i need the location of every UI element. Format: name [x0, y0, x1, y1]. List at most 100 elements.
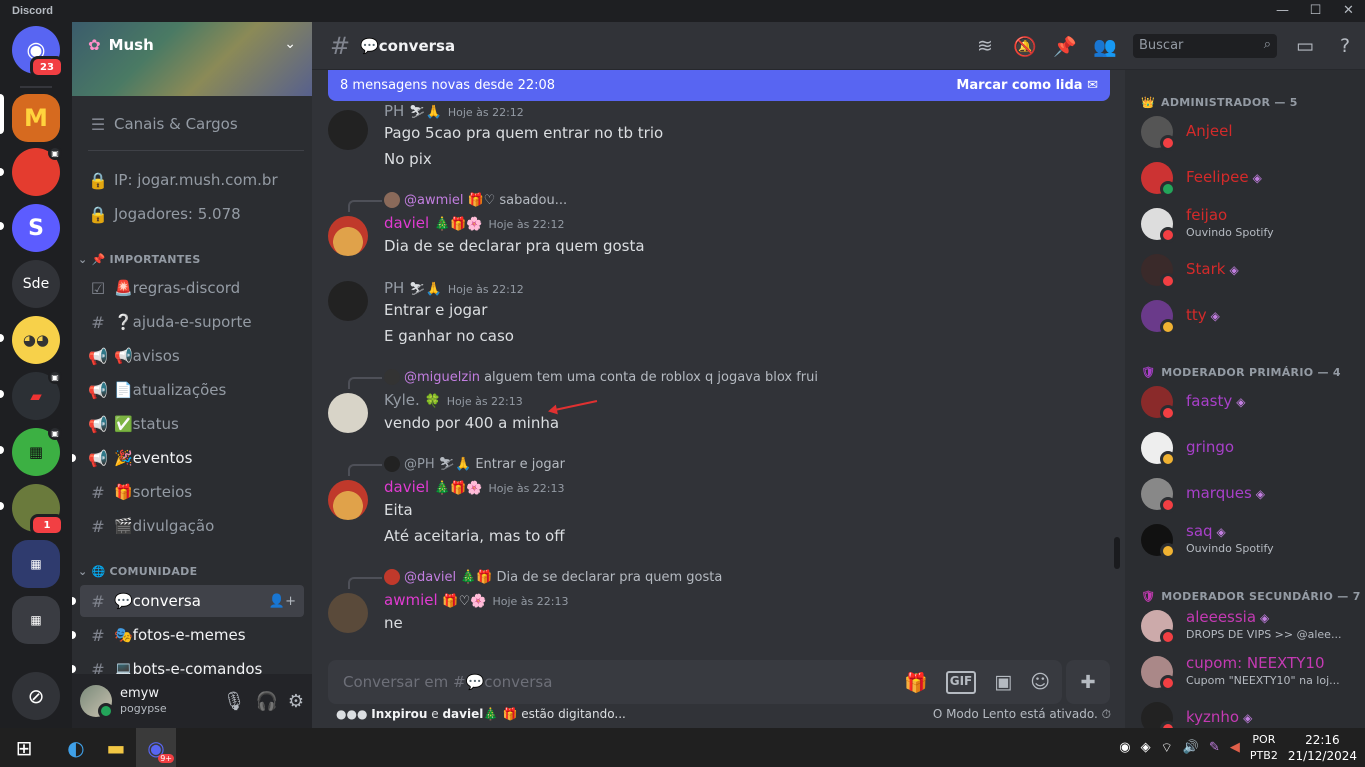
message-author[interactable]: Kyle. 🍀 Hoje às 22:13 [384, 391, 523, 409]
avatar [1141, 432, 1176, 467]
avatar[interactable] [328, 393, 368, 433]
member-item[interactable]: cupom: NEEXTY10 Cupom "NEEXTY10" na loj..… [1141, 652, 1361, 692]
member-item[interactable]: feijao Ouvindo Spotify [1141, 204, 1361, 244]
channel-conversa[interactable]: # 💬conversa 👤+ [72, 585, 304, 617]
gif-button[interactable]: GIF [945, 670, 977, 694]
category-importantes[interactable]: ⌄ 📌 IMPORTANTES [78, 253, 201, 266]
member-item[interactable]: saq ◈ Ouvindo Spotify [1141, 520, 1361, 560]
member-item[interactable]: kyznho ◈ [1141, 698, 1361, 728]
server-folder-2[interactable]: ▦ [12, 596, 60, 644]
gear-icon[interactable]: ⚙ [288, 691, 304, 712]
gift-icon[interactable]: 🎁 [904, 671, 928, 694]
server-emoji[interactable]: ◕◕ [12, 316, 60, 364]
volume-icon[interactable]: 🔊 [1183, 740, 1199, 755]
member-item[interactable]: gringo [1141, 428, 1361, 468]
channel-status[interactable]: 📢 ✅status [80, 408, 304, 440]
channel-eventos[interactable]: 📢 🎉eventos [72, 442, 304, 474]
microphone-icon[interactable]: 🎙 [223, 691, 246, 712]
members-icon[interactable]: 👥 [1093, 35, 1117, 58]
server-wild[interactable]: 1 [12, 484, 64, 536]
home-button[interactable]: ◉ 23 [12, 26, 64, 78]
avatar[interactable] [328, 216, 368, 256]
apps-button[interactable]: ✚ [1066, 660, 1110, 704]
avatar[interactable] [328, 593, 368, 633]
member-item[interactable]: tty ◈ [1141, 296, 1361, 336]
maximize-button[interactable]: ☐ [1299, 0, 1332, 22]
avatar[interactable] [328, 480, 368, 520]
close-button[interactable]: ✕ [1332, 0, 1365, 22]
channel-divulgacao[interactable]: # 🎬divulgação [80, 510, 304, 542]
member-item[interactable]: Stark ◈ [1141, 250, 1361, 290]
server-header[interactable]: ✿ Mush ⌄ [72, 22, 312, 96]
reply-preview[interactable]: @daviel 🎄🎁 Dia de se declarar pra quem gos… [384, 569, 722, 585]
chevron-down-icon: ⌄ [78, 565, 88, 578]
language-indicator[interactable]: POR PTB2 [1250, 732, 1278, 764]
discord-taskbar-icon[interactable]: ◉ 9+ [136, 728, 176, 767]
player-count[interactable]: 🔒 Jogadores: 5.078 [80, 198, 304, 230]
server-dark-red[interactable]: ▰ ▣ [12, 370, 62, 420]
server-creeper[interactable]: ▦ ▣ [12, 426, 62, 476]
add-member-icon[interactable]: 👤+ [269, 594, 296, 609]
pin-icon[interactable]: 📌 [1053, 35, 1077, 58]
search-input[interactable]: Buscar ⌕ [1133, 34, 1277, 58]
reply-preview[interactable]: @awmiel 🎁♡ sabadou... [384, 192, 567, 208]
member-item[interactable]: aleeessia ◈ DROPS DE VIPS >> @alee... [1141, 606, 1361, 646]
scrollbar[interactable] [1114, 537, 1120, 569]
channel-sorteios[interactable]: # 🎁sorteios [80, 476, 304, 508]
edge-icon[interactable]: ◐ [56, 728, 96, 767]
sticker-icon[interactable]: ▣ [994, 671, 1012, 694]
windows-start-icon[interactable]: ⊞ [4, 728, 44, 767]
message-author[interactable]: PH ⛷🙏 Hoje às 22:12 [384, 102, 524, 120]
help-icon[interactable]: ? [1333, 35, 1357, 57]
explore-button[interactable]: ⊘ [12, 672, 60, 720]
chevron-down-icon[interactable]: ⌄ [284, 36, 296, 52]
speaker-muted-icon[interactable]: ◀ [1230, 740, 1240, 755]
headphones-icon[interactable]: 🎧 [255, 691, 277, 712]
discord-tray-icon[interactable]: ◉ [1119, 740, 1130, 755]
mute-bell-icon[interactable]: 🔕 [1013, 35, 1037, 58]
member-item[interactable]: faasty ◈ [1141, 382, 1361, 422]
avatar[interactable] [328, 281, 368, 321]
channel-avisos[interactable]: 📢 📢avisos [80, 340, 304, 372]
message-input[interactable]: Conversar em #💬conversa 🎁 GIF ▣ ☺ [328, 660, 1062, 704]
channel-atualizacoes[interactable]: 📢 📄atualizações [80, 374, 304, 406]
emoji-icon[interactable]: ☺ [1030, 671, 1050, 694]
status-icon [1160, 319, 1176, 335]
server-ip[interactable]: 🔒 IP: jogar.mush.com.br [80, 164, 304, 196]
server-mush[interactable]: M [12, 94, 60, 142]
member-item[interactable]: marques ◈ [1141, 474, 1361, 514]
member-item[interactable]: Anjeel [1141, 112, 1361, 152]
toolbar: # 💬conversa ≋ 🔕 📌 👥 Buscar ⌕ ▭ ? [312, 22, 1365, 70]
pen-icon[interactable]: ✎ [1209, 740, 1220, 755]
status-icon [1160, 181, 1176, 197]
file-explorer-icon[interactable]: ▬ [96, 728, 136, 767]
mark-read-icon: ✉ [1087, 78, 1098, 93]
app-tray-icon[interactable]: ◈ [1141, 740, 1151, 755]
inbox-icon[interactable]: ▭ [1293, 35, 1317, 57]
reply-preview[interactable]: @PH ⛷🙏 Entrar e jogar [384, 456, 565, 472]
server-folder-1[interactable]: ▦ [12, 540, 60, 588]
mark-as-read-button[interactable]: Marcar como lida ✉ [956, 78, 1098, 93]
member-item[interactable]: Feelipee ◈ [1141, 158, 1361, 198]
avatar[interactable] [328, 110, 368, 150]
channel-fotos-e-memes[interactable]: # 🎭fotos-e-memes [72, 619, 304, 651]
channels-roles[interactable]: ☰ Canais & Cargos [80, 108, 304, 140]
avatar[interactable] [80, 685, 114, 719]
message-author[interactable]: daviel 🎄🎁🌸 Hoje às 22:12 [384, 214, 565, 232]
threads-icon[interactable]: ≋ [973, 35, 997, 57]
message-author[interactable]: PH ⛷🙏 Hoje às 22:12 [384, 279, 524, 297]
message-text: vendo por 400 a minha [384, 414, 560, 432]
channel-ajuda-e-suporte[interactable]: # ❔ajuda-e-suporte [80, 306, 304, 338]
message-author[interactable]: awmiel 🎁♡🌸 Hoje às 22:13 [384, 591, 568, 609]
minimize-button[interactable]: — [1266, 0, 1299, 22]
channel-regras-discord[interactable]: ☑ 🚨regras-discord [80, 272, 304, 304]
server-s[interactable]: S [12, 204, 60, 252]
server-red[interactable]: ▣ [12, 146, 62, 196]
new-messages-bar[interactable]: 8 mensagens novas desde 22:08 Marcar com… [328, 70, 1110, 101]
clock[interactable]: 22:16 21/12/2024 [1288, 732, 1357, 764]
message-author[interactable]: daviel 🎄🎁🌸 Hoje às 22:13 [384, 478, 565, 496]
server-sde[interactable]: Sde [12, 260, 60, 308]
reply-preview[interactable]: @miguelzin alguem tem uma conta de roblox… [384, 369, 818, 385]
wifi-icon[interactable]: ⌔ [1161, 740, 1173, 756]
category-comunidade[interactable]: ⌄ 🌐 COMUNIDADE [78, 565, 197, 578]
